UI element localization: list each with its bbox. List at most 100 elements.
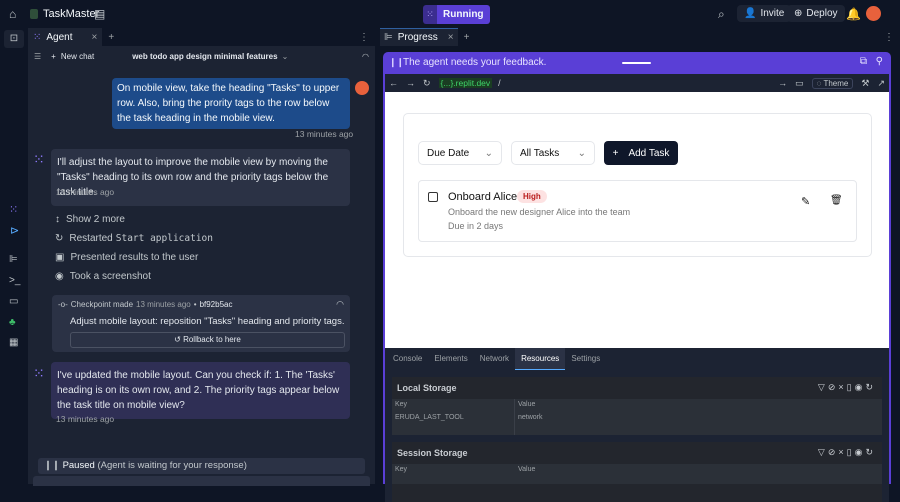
more-icon[interactable]: ⋮ (884, 32, 894, 43)
top-bar: ⌂ TaskMaster ▤ ⁙ Running ⌕ 👤 Invite ⊕ Depl… (0, 0, 900, 28)
storage-toolbar-icons[interactable]: ▽⊘×▯◉↻ (818, 382, 876, 393)
agent-tabbar: ⁙ Agent × + ⋮ (28, 28, 375, 46)
chat-input[interactable] (33, 476, 370, 486)
storage-value[interactable]: network (518, 414, 543, 421)
checkpoint-label: Checkpoint made (70, 300, 134, 309)
devtools-tab-elements[interactable]: Elements (428, 348, 473, 370)
rollback-icon: ↺ (174, 335, 184, 344)
chevron-down-icon[interactable]: ⌄ (282, 52, 289, 61)
show-more-button[interactable]: ↕ Show 2 more (55, 210, 213, 229)
value-header: Value (518, 466, 536, 473)
banner-text: The agent needs your feedback. (403, 57, 547, 68)
apps-grid-icon[interactable]: ▦ (9, 337, 18, 348)
progress-icon[interactable]: ⊫ (9, 254, 18, 265)
chat-title[interactable]: web todo app design minimal features (132, 52, 277, 61)
close-icon[interactable]: × (448, 32, 454, 43)
pin-icon[interactable]: ⚲ (876, 56, 883, 67)
preview-frame: ← → ↻ {...}.replit.dev / → ▭ ◌ Theme ⚒ ↗… (383, 74, 891, 502)
invite-label: Invite (760, 8, 785, 19)
devtools-icon[interactable]: ⚒ (861, 78, 869, 89)
task-checkbox[interactable] (428, 192, 438, 202)
drag-handle[interactable] (622, 62, 651, 64)
more-icon[interactable]: ⋮ (359, 32, 369, 43)
storage-key[interactable]: ERUDA_LAST_TOOL (395, 414, 464, 421)
task-due: Due in 2 days (448, 221, 504, 231)
home-icon[interactable]: ⌂ (9, 7, 16, 21)
invite-button[interactable]: 👤 Invite (737, 5, 792, 22)
tab-agent[interactable]: ⁙ Agent × (28, 28, 103, 46)
key-header: Key (395, 401, 408, 408)
url-path[interactable]: / (498, 78, 501, 88)
message-time: 13 minutes ago (295, 129, 354, 139)
run-button[interactable]: ⁙ Running (423, 5, 490, 24)
tab-progress[interactable]: ⊫ Progress × (380, 28, 458, 46)
deploy-rail-icon[interactable]: ♣ (9, 317, 16, 328)
checkpoint-card: -o- Checkpoint made 13 minutes ago • bf9… (52, 295, 350, 352)
agent-icon[interactable]: ⁙ (9, 203, 18, 216)
session-storage-table: Key Value (392, 464, 882, 484)
filter-select[interactable]: All Tasks ⌄ (511, 141, 595, 165)
tab-progress-label: Progress (397, 32, 438, 43)
storage-toolbar-icons[interactable]: ▽⊘×▯◉↻ (818, 447, 876, 458)
terminal-icon[interactable]: >_ (9, 275, 20, 286)
local-storage-table: Key Value ERUDA_LAST_TOOL network (392, 399, 882, 435)
deploy-button[interactable]: ⊕ Deploy (787, 5, 845, 22)
close-icon[interactable]: × (92, 32, 98, 43)
new-chat-label: New chat (60, 51, 95, 61)
devtools-tab-settings[interactable]: Settings (565, 348, 606, 370)
add-tab-icon[interactable]: + (108, 32, 114, 43)
devtools-tab-resources[interactable]: Resources (515, 348, 566, 370)
message-time: 13 minutes ago (56, 187, 115, 197)
avatar[interactable] (866, 6, 881, 21)
new-chat-button[interactable]: + New chat (51, 52, 94, 61)
add-task-button[interactable]: + Add Task (604, 141, 678, 165)
minimize-icon[interactable]: ⧉ (860, 56, 867, 67)
edit-icon[interactable]: ✎ (801, 195, 810, 208)
deploy-label: Deploy (806, 8, 838, 19)
theme-button[interactable]: ◌ Theme (811, 77, 854, 89)
devtools-tab-network[interactable]: Network (474, 348, 515, 370)
url-domain[interactable]: {...}.replit.dev (438, 78, 493, 88)
bell-icon[interactable]: 🔔 (846, 7, 861, 21)
refresh-icon: ↻ (55, 233, 64, 244)
agent-grid-icon: ⁙ (33, 31, 42, 43)
local-storage-section: Local Storage ▽⊘×▯◉↻ Key Value ERUDA_LAS… (392, 377, 882, 435)
devtools-tab-console[interactable]: Console (387, 348, 428, 370)
layout-icon[interactable]: ▤ (94, 7, 105, 21)
action-presented: ▣ Presented results to the user (55, 248, 213, 267)
preview-icon[interactable]: ▭ (9, 296, 18, 307)
plus-icon: + (51, 51, 56, 61)
camera-icon: ◉ (55, 271, 64, 282)
user-plus-icon: 👤 (744, 8, 757, 19)
paused-status: ❙❙ Paused (Agent is waiting for your res… (38, 458, 365, 474)
open-new-tab-icon[interactable]: ↗ (877, 78, 885, 89)
app-name[interactable]: TaskMaster (43, 8, 99, 20)
expand-icon: ↕ (55, 214, 60, 225)
session-storage-title: Session Storage (397, 448, 468, 458)
workflow-icon[interactable]: ⊳ (10, 224, 19, 237)
go-icon[interactable]: → (778, 78, 787, 88)
present-icon: ▣ (55, 252, 65, 263)
add-tab-icon[interactable]: + (464, 32, 470, 43)
sort-select[interactable]: Due Date ⌄ (418, 141, 502, 165)
task-title: Onboard Alice (448, 191, 518, 203)
restarted-label: Restarted (69, 233, 113, 244)
pause-icon: ❙❙ (389, 57, 405, 67)
menu-icon[interactable]: ☰ (34, 52, 41, 61)
forward-icon[interactable]: → (406, 78, 415, 88)
rollback-label: Rollback to here (183, 335, 241, 344)
reload-icon[interactable]: ↻ (423, 78, 431, 89)
device-icon[interactable]: ▭ (795, 78, 804, 89)
user-avatar (355, 81, 369, 95)
checkpoint-hash[interactable]: bf92b5ac (200, 300, 233, 309)
back-icon[interactable]: ← (389, 78, 398, 88)
trash-icon[interactable]: 🗑 (830, 195, 843, 206)
paused-label: Paused (62, 460, 95, 471)
action-screenshot: ◉ Took a screenshot (55, 267, 213, 286)
gauge-icon[interactable]: ◠ (336, 299, 344, 310)
files-icon[interactable]: ⊡ (4, 30, 24, 48)
rollback-button[interactable]: ↺ Rollback to here (70, 332, 345, 348)
search-icon[interactable]: ⌕ (718, 7, 725, 22)
workflow-name: Start application (115, 233, 213, 244)
gauge-icon[interactable]: ◠ (362, 52, 369, 61)
